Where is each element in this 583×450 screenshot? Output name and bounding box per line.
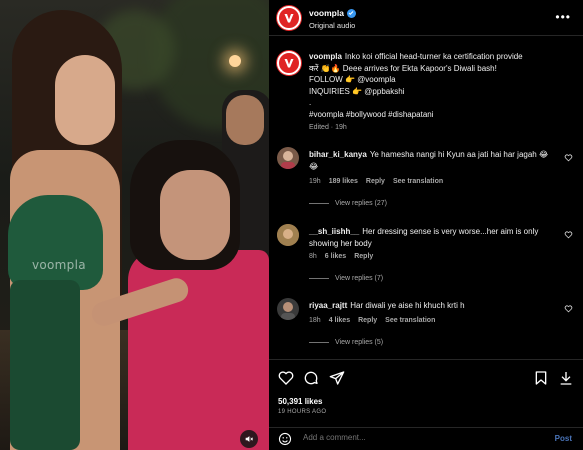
- comment-meta: 8h 6 likes Reply: [309, 253, 373, 260]
- comment-input[interactable]: [303, 433, 523, 442]
- divider: [309, 203, 329, 204]
- caption-hashtags[interactable]: #voompla #bollywood #dishapatani: [309, 109, 569, 121]
- view-replies-button[interactable]: View replies (7): [309, 275, 383, 282]
- caption-avatar[interactable]: [277, 51, 301, 75]
- verified-icon: [346, 8, 356, 18]
- comment-time: 8h: [309, 253, 317, 260]
- likes-count[interactable]: 50,391 likes: [278, 397, 322, 406]
- comment-meta: 19h 189 likes Reply See translation: [309, 178, 443, 185]
- heart-icon[interactable]: [564, 153, 573, 162]
- comment-body: Har diwali ye aise hi khuch krti h: [350, 301, 465, 310]
- view-replies-label[interactable]: View replies (5): [335, 339, 383, 346]
- comment-username[interactable]: riyaa_rajtt: [309, 301, 347, 310]
- header-username-row[interactable]: voompla: [309, 8, 356, 18]
- reply-button[interactable]: Reply: [358, 317, 377, 324]
- comment-likes[interactable]: 6 likes: [325, 253, 346, 260]
- comment-time: 18h: [309, 317, 321, 324]
- more-options-icon[interactable]: •••: [555, 10, 571, 24]
- post-header: voompla Original audio •••: [269, 0, 583, 36]
- caption-username[interactable]: voompla: [309, 52, 342, 61]
- avatar[interactable]: [277, 224, 299, 246]
- see-translation-button[interactable]: See translation: [385, 317, 435, 324]
- green-drape: [10, 280, 80, 450]
- avatar[interactable]: [277, 6, 301, 30]
- comment-likes[interactable]: 4 likes: [329, 317, 350, 324]
- comment-meta: 18h 4 likes Reply See translation: [309, 317, 435, 324]
- heart-icon[interactable]: [564, 304, 573, 313]
- watermark: voompla: [32, 258, 86, 272]
- comment-text: __sh_iishh__ Her dressing sense is very w…: [309, 226, 555, 249]
- comment-username[interactable]: bihar_ki_kanya: [309, 150, 367, 159]
- view-replies-button[interactable]: View replies (5): [309, 339, 383, 346]
- comment-icon[interactable]: [303, 370, 319, 386]
- avatar[interactable]: [277, 298, 299, 320]
- reply-button[interactable]: Reply: [366, 178, 385, 185]
- green-outfit: [8, 195, 103, 290]
- bookmark-icon[interactable]: [533, 370, 549, 386]
- post-media[interactable]: voompla: [0, 0, 269, 450]
- heart-icon[interactable]: [564, 230, 573, 239]
- post-time: 19 HOURS AGO: [278, 409, 327, 415]
- comment-text: riyaa_rajtt Har diwali ye aise hi khuch k…: [309, 300, 555, 312]
- woman-face: [55, 55, 115, 145]
- divider: [309, 342, 329, 343]
- comment-text: bihar_ki_kanya Ye hamesha nangi hi Kyun a…: [309, 149, 555, 172]
- comment-time: 19h: [309, 178, 321, 185]
- download-icon[interactable]: [558, 370, 574, 386]
- comment-username[interactable]: __sh_iishh__: [309, 227, 359, 236]
- caption-line: FOLLOW 👉 @voompla: [309, 75, 396, 84]
- v-logo-icon: [284, 59, 294, 68]
- v-logo-icon: [284, 14, 294, 23]
- view-replies-label[interactable]: View replies (7): [335, 275, 383, 282]
- caption: voompla Inko koi official head-turner ka …: [309, 51, 569, 120]
- like-heart-icon[interactable]: [278, 370, 294, 386]
- edited-time: Edited · 19h: [309, 124, 347, 131]
- add-comment-bar: Post: [269, 427, 583, 450]
- post-button[interactable]: Post: [555, 434, 572, 443]
- pink-outfit: [128, 250, 269, 450]
- street-lamp: [229, 55, 241, 67]
- view-replies-label[interactable]: View replies (27): [335, 200, 387, 207]
- caption-line: .: [309, 98, 312, 107]
- header-username[interactable]: voompla: [309, 8, 344, 18]
- action-bar: 50,391 likes 19 HOURS AGO: [269, 359, 583, 419]
- reply-button[interactable]: Reply: [354, 253, 373, 260]
- caption-line: Inko koi official head-turner ka certifi…: [344, 52, 523, 61]
- man-face: [226, 95, 264, 145]
- girl-face: [160, 170, 230, 260]
- comment-likes[interactable]: 189 likes: [329, 178, 358, 185]
- share-icon[interactable]: [329, 370, 345, 386]
- see-translation-button[interactable]: See translation: [393, 178, 443, 185]
- divider: [309, 278, 329, 279]
- emoji-icon[interactable]: [278, 432, 292, 446]
- caption-line: INQUIRIES 👉 @ppbakshi: [309, 86, 405, 96]
- audio-link[interactable]: Original audio: [309, 21, 355, 30]
- caption-line: करें 👏🔥 Deee arrives for Ekta Kapoor's D…: [309, 63, 497, 73]
- view-replies-button[interactable]: View replies (27): [309, 200, 387, 207]
- post-panel: voompla Original audio ••• voompla Inko k…: [269, 0, 583, 450]
- avatar[interactable]: [277, 147, 299, 169]
- comments-scroll[interactable]: voompla Inko koi official head-turner ka …: [269, 37, 583, 359]
- speaker-muted-icon[interactable]: [240, 430, 258, 448]
